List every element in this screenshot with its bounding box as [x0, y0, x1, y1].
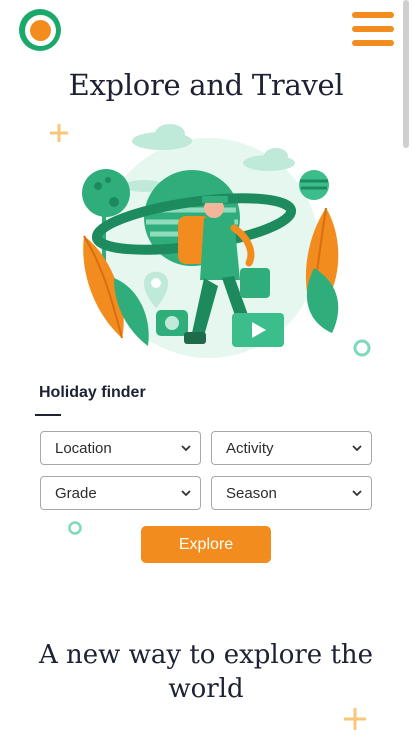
ring-sparkle-icon: [68, 521, 82, 535]
plus-sparkle-icon: [344, 708, 366, 730]
explore-button[interactable]: Explore: [141, 526, 271, 563]
menu-line: [352, 40, 394, 46]
chevron-down-icon: [352, 490, 362, 497]
menu-line: [352, 12, 394, 18]
chevron-down-icon: [181, 445, 191, 452]
logo-circle-icon[interactable]: [19, 9, 61, 51]
chevron-down-icon: [352, 445, 362, 452]
logo-dot: [29, 19, 51, 41]
traveler-with-planet-illustration: [82, 124, 339, 358]
location-select[interactable]: Location: [40, 431, 201, 465]
section-title: A new way to explore the world: [38, 640, 374, 704]
grade-select[interactable]: Grade: [40, 476, 201, 510]
activity-select-label: Activity: [226, 439, 274, 457]
menu-line: [352, 26, 394, 32]
grade-select-label: Grade: [55, 484, 97, 502]
season-select-label: Season: [226, 484, 277, 502]
location-select-label: Location: [55, 439, 112, 457]
season-select[interactable]: Season: [211, 476, 372, 510]
hamburger-menu-icon[interactable]: [352, 12, 394, 46]
chevron-down-icon: [181, 490, 191, 497]
site-header: [0, 0, 412, 60]
activity-select[interactable]: Activity: [211, 431, 372, 465]
holiday-finder-title: Holiday finder: [39, 384, 146, 401]
finder-title-underline: [35, 414, 61, 416]
hero-title: Explore and Travel: [68, 68, 344, 102]
